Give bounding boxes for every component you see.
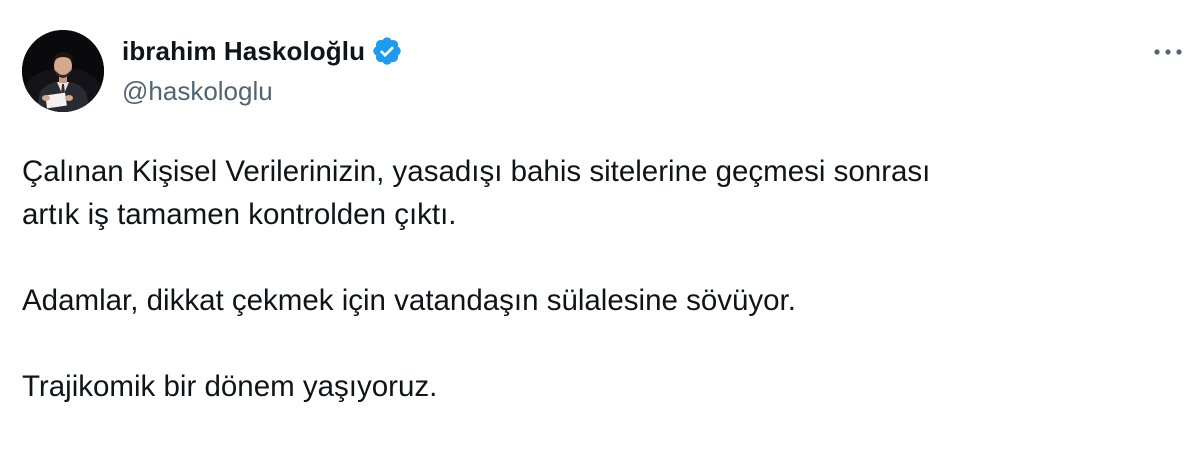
tweet-line-3: Adamlar, dikkat çekmek için vatandaşın s… <box>22 284 796 317</box>
tweet-line-1: Çalınan Kişisel Verilerinizin, yasadışı … <box>22 155 931 188</box>
author-display-name[interactable]: ibrahim Haskoloğlu <box>122 36 365 67</box>
more-options-button[interactable] <box>1148 38 1188 66</box>
author-name-row: ibrahim Haskoloğlu <box>122 32 403 70</box>
profile-photo <box>22 30 104 112</box>
tweet-line-2: artık iş tamamen kontrolden çıktı. <box>22 198 457 231</box>
author-handle[interactable]: @haskologlu <box>122 76 273 107</box>
avatar[interactable] <box>22 30 104 112</box>
tweet-card: ibrahim Haskoloğlu @haskologlu Çalınan K… <box>0 0 1200 453</box>
tweet-line-4: Trajikomik bir dönem yaşıyoruz. <box>22 370 438 403</box>
tweet-text: Çalınan Kişisel Verilerinizin, yasadışı … <box>22 150 1172 408</box>
more-horizontal-icon <box>1154 49 1182 55</box>
verified-badge-icon[interactable] <box>371 35 403 67</box>
